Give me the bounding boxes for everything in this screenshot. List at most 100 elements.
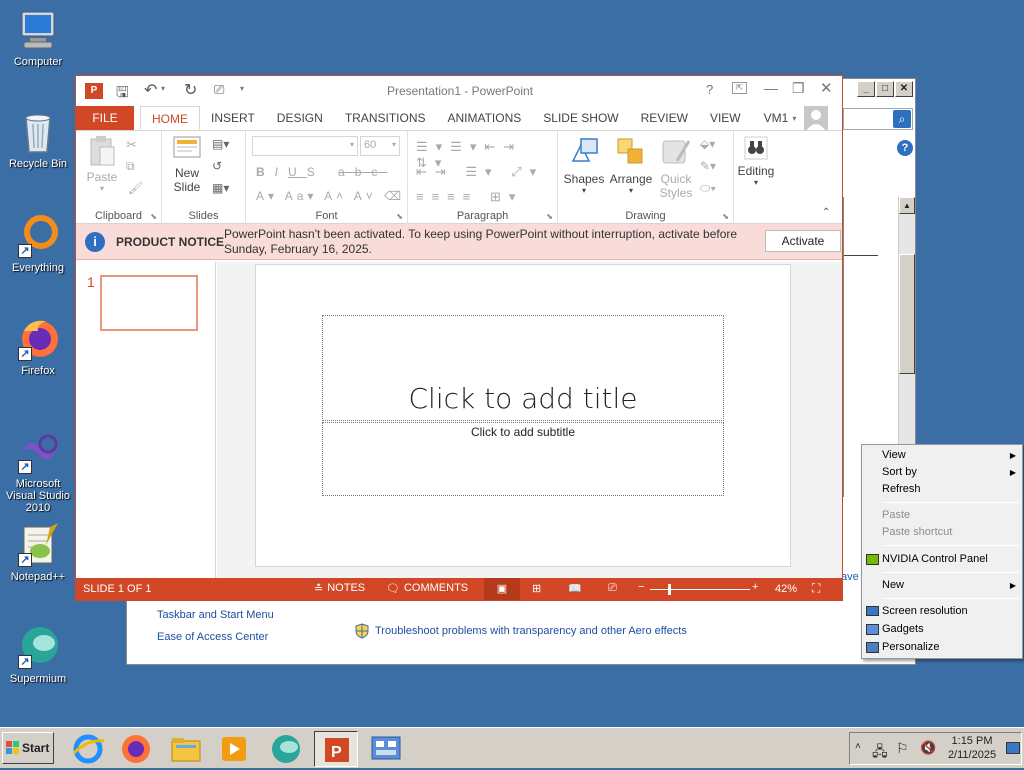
firefox-taskbar-icon[interactable] — [118, 731, 154, 767]
troubleshoot-link[interactable]: Troubleshoot problems with transparency … — [354, 623, 687, 639]
tab-design[interactable]: DESIGN — [266, 106, 334, 130]
show-hidden-icons-icon[interactable]: ˄ — [855, 741, 861, 752]
control-panel-taskbar-icon[interactable] — [368, 731, 404, 767]
section-icon[interactable]: ▦▾ — [212, 181, 229, 195]
zoom-out-icon[interactable]: − — [638, 581, 644, 593]
cut-icon[interactable]: ✂ — [126, 137, 137, 153]
desktop-icon-firefox[interactable]: ↗ Firefox — [0, 317, 76, 377]
dialog-launcher-icon[interactable]: ⬊ — [722, 212, 729, 221]
tab-transitions[interactable]: TRANSITIONS — [334, 106, 437, 130]
menu-item-new[interactable]: New ▶ — [862, 577, 1022, 594]
scroll-thumb[interactable] — [899, 254, 915, 374]
powerpoint-window[interactable]: P 🖫 ↶ ▾ ↻ ⎚ ▾ Presentation1 - PowerPoint… — [75, 75, 843, 601]
search-icon[interactable]: ⌕ — [893, 110, 911, 128]
action-center-flag-icon[interactable]: ⚐ — [896, 740, 909, 757]
user-dropdown-icon[interactable]: ▾ — [792, 114, 796, 123]
restore-button[interactable]: ❐ — [792, 80, 805, 97]
desktop-icon-computer[interactable]: Computer — [0, 8, 76, 68]
normal-view-icon[interactable]: ▣ — [484, 578, 520, 600]
quick-styles-button[interactable]: Quick Styles — [656, 135, 696, 200]
powerpoint-taskbar-button[interactable]: P — [314, 731, 358, 767]
activate-button[interactable]: Activate — [765, 230, 841, 252]
media-player-taskbar-icon[interactable] — [216, 731, 252, 767]
desktop-icon-supermium[interactable]: ↗ Supermium — [0, 625, 76, 685]
tab-review[interactable]: REVIEW — [630, 106, 699, 130]
slide-sorter-icon[interactable]: ⊞ — [532, 582, 541, 595]
menu-item-view[interactable]: View ▶ — [862, 447, 1022, 464]
explorer-taskbar-icon[interactable] — [168, 731, 204, 767]
comments-button[interactable]: 🗨 COMMENTS — [386, 582, 468, 595]
menu-item-personalize[interactable]: Personalize — [862, 639, 1022, 656]
desktop-icon-recycle-bin[interactable]: Recycle Bin — [0, 110, 76, 170]
menu-item-refresh[interactable]: Refresh — [862, 481, 1022, 498]
font-size-buttons[interactable]: A▾ Aa▾ A˄ A˅ ⌫ — [256, 189, 405, 203]
zoom-in-icon[interactable]: + — [752, 581, 758, 593]
avatar[interactable] — [804, 106, 829, 130]
show-desktop-icon[interactable] — [1006, 742, 1020, 754]
format-buttons[interactable]: BIUS abc — [256, 165, 387, 179]
title-placeholder[interactable]: Click to add title — [322, 315, 724, 421]
tab-view[interactable]: VIEW — [699, 106, 752, 130]
arrange-button[interactable]: Arrange ▾ — [608, 135, 654, 195]
slide-editor[interactable]: Click to add title Click to add subtitle — [217, 262, 842, 580]
shape-fill-icon[interactable]: ⬙▾ — [700, 137, 715, 151]
notes-button[interactable]: ≛ NOTES — [314, 582, 365, 595]
tab-insert[interactable]: INSERT — [200, 106, 266, 130]
link-taskbar-start-menu[interactable]: Taskbar and Start Menu — [157, 609, 274, 621]
menu-item-gadgets[interactable]: Gadgets — [862, 621, 1022, 638]
scroll-up-button[interactable]: ▲ — [899, 197, 915, 214]
subtitle-placeholder[interactable]: Click to add subtitle — [322, 422, 724, 496]
collapse-ribbon-icon[interactable]: ⌃ — [822, 207, 830, 218]
layout-icon[interactable]: ▤▾ — [212, 137, 229, 151]
menu-item-sort-by[interactable]: Sort by ▶ — [862, 464, 1022, 481]
direction-buttons[interactable]: ⇤⇥ ☰▾ ⤢▾ — [416, 164, 544, 180]
clock[interactable]: 1:15 PM 2/11/2025 — [942, 734, 1002, 762]
minimize-button[interactable]: — — [764, 80, 778, 96]
tab-file[interactable]: FILE — [76, 106, 134, 130]
reading-view-icon[interactable]: 📖 — [568, 582, 582, 595]
slide-thumbnail[interactable] — [100, 275, 198, 331]
format-painter-icon[interactable]: 🖌 — [128, 181, 143, 195]
search-input[interactable]: ⌕ — [843, 108, 913, 130]
link-ease-of-access[interactable]: Ease of Access Center — [157, 631, 268, 643]
ribbon-display-options-icon[interactable]: ⇱ — [732, 82, 747, 94]
editing-button[interactable]: Editing ▾ — [736, 135, 776, 187]
network-icon[interactable]: 🖧 — [872, 741, 888, 765]
minimize-button[interactable]: _ — [857, 81, 875, 97]
zoom-slider-thumb[interactable] — [668, 584, 671, 595]
menu-item-screen-resolution[interactable]: Screen resolution — [862, 603, 1022, 620]
slideshow-view-icon[interactable]: ⎚ — [608, 582, 617, 595]
copy-icon[interactable]: ⧉ — [126, 159, 135, 174]
shape-effects-icon[interactable]: ⬭▾ — [700, 181, 716, 196]
zoom-slider[interactable] — [650, 584, 750, 595]
fit-slide-icon[interactable]: ⛶ — [812, 581, 820, 596]
help-icon[interactable]: ? — [897, 140, 913, 156]
tab-animations[interactable]: ANIMATIONS — [436, 106, 532, 130]
close-button[interactable]: ✕ — [820, 79, 833, 97]
thumbnails-pane[interactable]: 1 — [76, 262, 216, 580]
desktop-icon-notepadpp[interactable]: ↗ Notepad++ — [0, 523, 76, 583]
maximize-button[interactable]: □ — [876, 81, 894, 97]
paste-button[interactable]: Paste ▾ — [84, 135, 120, 193]
dialog-launcher-icon[interactable]: ⬊ — [150, 212, 157, 221]
shape-outline-icon[interactable]: ✎▾ — [700, 159, 716, 173]
shapes-button[interactable]: Shapes ▾ — [562, 135, 606, 195]
zoom-level[interactable]: 42% — [775, 583, 797, 595]
volume-muted-icon[interactable]: 🔇 — [920, 740, 936, 756]
tab-home[interactable]: HOME — [140, 106, 200, 130]
supermium-taskbar-icon[interactable] — [268, 731, 304, 767]
font-size-select[interactable]: 60 ▾ — [360, 136, 400, 156]
help-icon[interactable]: ? — [706, 82, 713, 97]
reset-icon[interactable]: ↺ — [212, 159, 222, 173]
desktop-icon-everything[interactable]: ↗ Everything — [0, 214, 76, 274]
align-buttons[interactable]: ≡≡≡≡ ⊞▾ — [416, 189, 523, 205]
tab-slide-show[interactable]: SLIDE SHOW — [532, 106, 629, 130]
user-name[interactable]: VM1 — [752, 106, 793, 130]
ie-taskbar-icon[interactable] — [70, 731, 106, 767]
start-button[interactable]: Start — [2, 732, 54, 764]
desktop-icon-visual-studio[interactable]: ↗ Microsoft Visual Studio 2010 — [0, 430, 76, 514]
dialog-launcher-icon[interactable]: ⬊ — [546, 212, 553, 221]
menu-item-nvidia[interactable]: NVIDIA Control Panel — [862, 551, 1022, 568]
dialog-launcher-icon[interactable]: ⬊ — [396, 212, 403, 221]
slide-canvas[interactable]: Click to add title Click to add subtitle — [255, 264, 791, 567]
